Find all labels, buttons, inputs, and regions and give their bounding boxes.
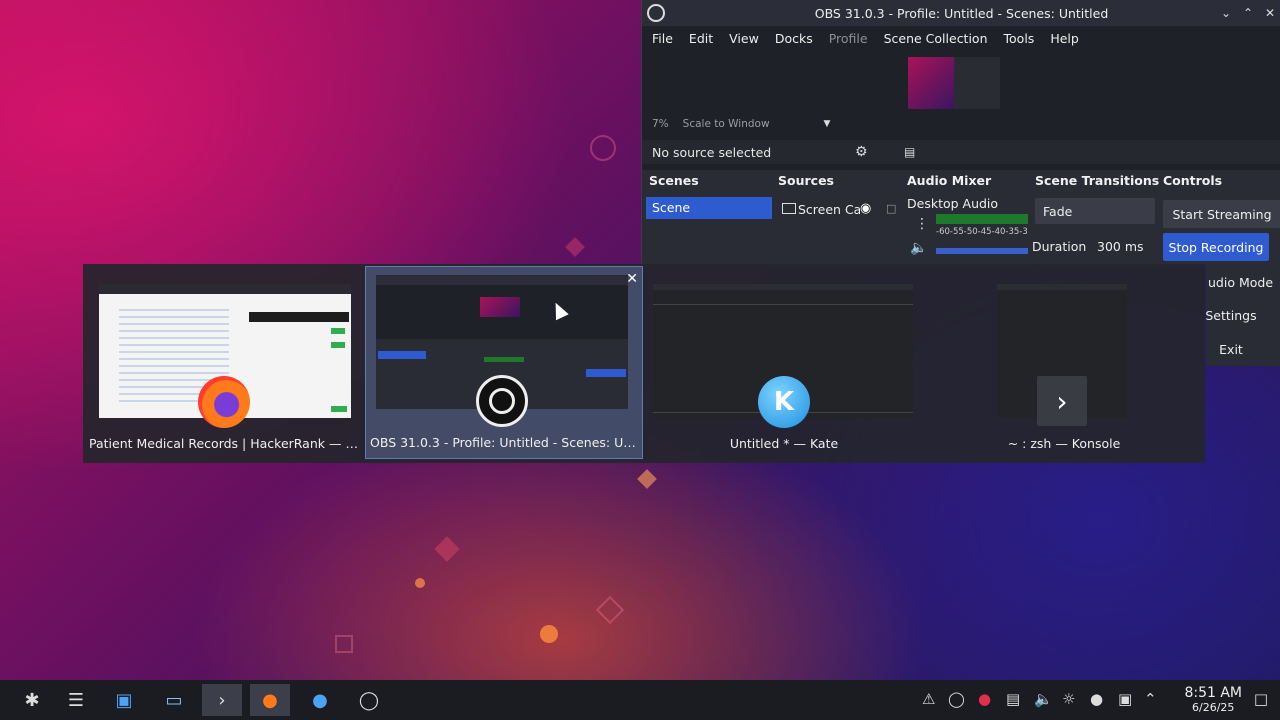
menu-help[interactable]: Help <box>1050 31 1079 46</box>
scale-row: 7% Scale to Window ▼ <box>652 118 830 130</box>
obs-tray-icon[interactable]: ◯ <box>948 690 965 708</box>
canvas-preview[interactable] <box>908 57 1000 109</box>
exit-button[interactable]: Exit <box>1206 335 1256 363</box>
stop-recording-button[interactable]: Stop Recording <box>1163 233 1269 261</box>
window-title: OBS 31.0.3 - Profile: Untitled - Scenes:… <box>814 5 1109 21</box>
desktop-audio-label: Desktop Audio <box>907 196 999 211</box>
recording-indicator-icon[interactable]: ● <box>978 690 991 708</box>
window-title-label: Patient Medical Records | HackerRank — M… <box>89 436 359 451</box>
menu-bar: File Edit View Docks Profile Scene Colle… <box>642 26 1280 50</box>
microphone-icon[interactable]: ● <box>1090 690 1103 708</box>
transitions-dock-title: Scene Transitions <box>1035 173 1160 188</box>
sources-dock-title: Sources <box>778 173 834 188</box>
source-toolbar: No source selected ⚙ ▤ <box>642 140 1280 164</box>
kate-icon: K <box>758 376 810 428</box>
zoom-level: 7% <box>652 118 669 130</box>
switcher-item-kate[interactable]: K Untitled * — Kate <box>645 266 923 459</box>
file-manager-icon[interactable]: ▭ <box>154 684 194 716</box>
meter-scale-label: -60-55-50-45-40-35-30-2 <box>936 227 1028 237</box>
menu-profile[interactable]: Profile <box>829 31 868 46</box>
wallpaper-shape <box>415 578 425 588</box>
app-launcher-icon[interactable]: ✱ <box>12 684 52 716</box>
scale-mode-select[interactable]: Scale to Window <box>683 118 770 130</box>
clock[interactable]: 8:51 AM 6/26/25 <box>1184 685 1242 714</box>
switcher-item-konsole[interactable]: › ~ : zsh — Konsole <box>925 266 1203 459</box>
konsole-icon: › <box>1037 376 1087 426</box>
clipboard-icon[interactable]: ▤ <box>1006 690 1020 708</box>
duration-input[interactable]: 300 ms <box>1097 239 1144 254</box>
filters-icon[interactable]: ▤ <box>904 145 915 159</box>
docks-area: Scenes Scene Sources Screen Cap ◉ □ Audi… <box>642 170 1280 268</box>
settings-button[interactable]: Settings <box>1205 301 1257 329</box>
speaker-icon[interactable]: 🔈 <box>910 240 927 256</box>
overview-icon[interactable]: ☰ <box>56 684 96 716</box>
kate-taskbar-icon[interactable]: ● <box>300 684 340 716</box>
task-switcher: Patient Medical Records | HackerRank — M… <box>83 264 1205 463</box>
wallpaper-shape <box>595 595 625 625</box>
obs-titlebar[interactable]: OBS 31.0.3 - Profile: Untitled - Scenes:… <box>642 0 1280 26</box>
kebab-menu-icon[interactable]: ⋮ <box>915 216 929 232</box>
menu-view[interactable]: View <box>729 31 759 46</box>
volume-icon[interactable]: 🔈 <box>1034 690 1053 708</box>
obs-taskbar-icon[interactable]: ◯ <box>349 684 389 716</box>
wallpaper-shape <box>565 237 585 257</box>
audio-mixer-title: Audio Mixer <box>907 173 992 188</box>
audio-meter-bottom <box>936 248 1028 254</box>
clock-time: 8:51 AM <box>1184 685 1242 701</box>
notifications-icon[interactable]: ⚠ <box>922 690 935 708</box>
menu-docks[interactable]: Docks <box>775 31 813 46</box>
monitor-icon <box>782 203 796 214</box>
maximize-icon[interactable]: ⌃ <box>1237 0 1259 26</box>
menu-scene-collection[interactable]: Scene Collection <box>884 31 988 46</box>
switcher-item-firefox[interactable]: Patient Medical Records | HackerRank — M… <box>85 266 363 459</box>
menu-tools[interactable]: Tools <box>1004 31 1035 46</box>
visibility-eye-icon[interactable]: ◉ <box>860 201 871 216</box>
firefox-icon <box>198 376 250 428</box>
clock-date: 6/26/25 <box>1192 701 1235 714</box>
transition-select[interactable]: Fade <box>1035 198 1155 224</box>
chevron-down-icon[interactable]: ▼ <box>824 119 831 129</box>
firefox-taskbar-icon[interactable]: ● <box>250 684 290 716</box>
audio-meter-top <box>936 214 1028 224</box>
lock-icon[interactable]: □ <box>886 202 896 215</box>
scenes-dock-title: Scenes <box>649 173 699 188</box>
wallpaper-shape <box>434 536 460 562</box>
menu-edit[interactable]: Edit <box>689 31 713 46</box>
start-streaming-button[interactable]: Start Streaming <box>1163 200 1280 228</box>
scene-list-item[interactable]: Scene <box>646 197 772 219</box>
wallpaper-shape <box>335 635 353 653</box>
wallpaper-shape <box>637 469 657 489</box>
menu-file[interactable]: File <box>652 31 673 46</box>
close-icon[interactable]: ✕ <box>1259 0 1280 26</box>
obs-window[interactable]: OBS 31.0.3 - Profile: Untitled - Scenes:… <box>641 0 1280 268</box>
tray-expand-icon[interactable]: ⌃ <box>1144 690 1157 708</box>
obs-icon <box>476 375 528 427</box>
switcher-item-obs[interactable]: OBS 31.0.3 - Profile: Untitled - Scenes:… <box>365 266 643 459</box>
network-icon[interactable]: ▣ <box>1118 690 1132 708</box>
wallpaper-shape <box>590 135 616 161</box>
minimize-icon[interactable]: ⌄ <box>1215 0 1237 26</box>
studio-mode-button[interactable]: udio Mode <box>1206 268 1280 296</box>
discover-store-icon[interactable]: ▣ <box>104 684 144 716</box>
gear-icon[interactable]: ⚙ <box>855 144 868 160</box>
window-title-label: Untitled * — Kate <box>729 436 839 451</box>
controls-dock-title: Controls <box>1163 173 1223 188</box>
preview-left <box>908 57 954 109</box>
duration-label: Duration <box>1032 239 1087 254</box>
wallpaper-shape <box>540 625 558 643</box>
konsole-taskbar-icon[interactable]: › <box>202 684 242 716</box>
close-window-icon[interactable]: ✕ <box>626 271 638 287</box>
preview-right <box>954 57 1000 109</box>
window-title-label: OBS 31.0.3 - Profile: Untitled - Scenes:… <box>370 435 638 450</box>
no-source-label: No source selected <box>652 144 772 160</box>
brightness-icon[interactable]: ☼ <box>1062 690 1075 708</box>
show-desktop-icon[interactable]: □ <box>1254 690 1268 708</box>
window-title-label: ~ : zsh — Konsole <box>1007 436 1121 451</box>
source-list-item[interactable]: Screen Cap <box>798 202 860 217</box>
taskbar: ✱ ☰ ▣ ▭ › ● ● ◯ ⚠ ◯ ● ▤ 🔈 ☼ ● ▣ ⌃ 8:51 A… <box>0 680 1280 720</box>
